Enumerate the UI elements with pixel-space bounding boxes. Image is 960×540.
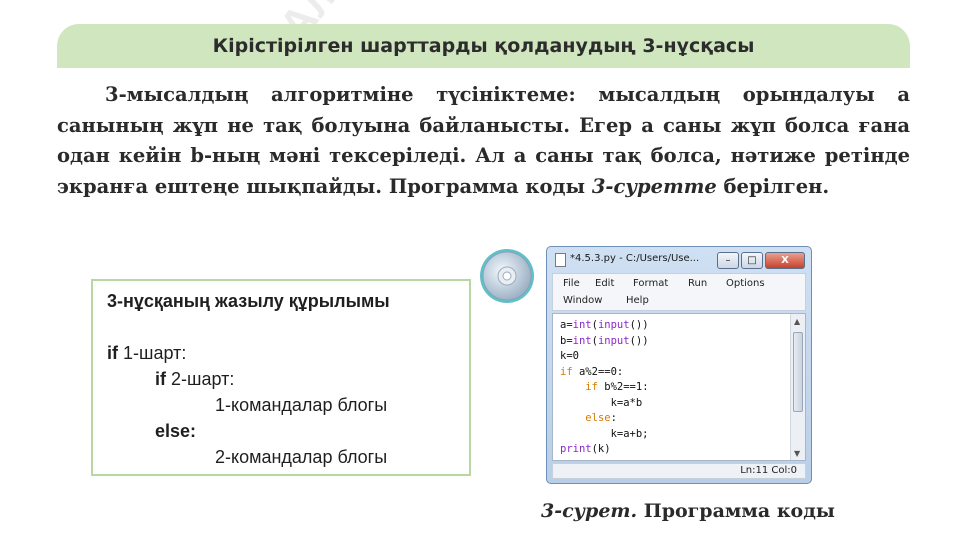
cd-disc-icon xyxy=(480,249,534,303)
minimize-button[interactable]: – xyxy=(717,252,739,269)
status-bar: Ln:11 Col:0 xyxy=(552,463,806,479)
syntax-line-block2: 2-командалар блогы xyxy=(215,447,388,467)
cursor-position: Ln:11 Col:0 xyxy=(740,465,797,476)
menu-window[interactable]: Window xyxy=(563,295,602,306)
syntax-line-if1: if 1-шарт: xyxy=(107,343,186,364)
idle-editor-window: *4.5.3.py - C:/Users/Use... – □ X File E… xyxy=(546,246,812,484)
code-line: a=int(input()) xyxy=(560,319,649,331)
vertical-scrollbar[interactable]: ▲ ▼ xyxy=(790,314,805,460)
menu-bar: File Edit Format Run Options Window Help xyxy=(552,273,806,311)
menu-file[interactable]: File xyxy=(563,278,580,289)
figure-reference: 3-суретте xyxy=(591,174,717,198)
code-line: k=0 xyxy=(560,350,579,362)
maximize-button[interactable]: □ xyxy=(741,252,763,269)
code-editor[interactable]: a=int(input()) b=int(input()) k=0 if a%2==0… xyxy=(552,313,806,461)
close-button[interactable]: X xyxy=(765,252,805,269)
code-line: k=a*b xyxy=(560,396,643,409)
menu-edit[interactable]: Edit xyxy=(595,278,614,289)
scroll-down-icon[interactable]: ▼ xyxy=(794,449,800,458)
scroll-thumb[interactable] xyxy=(793,332,803,412)
window-title: *4.5.3.py - C:/Users/Use... xyxy=(570,253,700,264)
menu-options[interactable]: Options xyxy=(726,278,765,289)
explanation-paragraph: 3-мысалдың алгоритміне түсініктеме: мыса… xyxy=(57,80,910,202)
code-line: print(k) xyxy=(560,443,611,455)
menu-format[interactable]: Format xyxy=(633,278,668,289)
syntax-line-else: else: xyxy=(155,421,197,441)
menu-help[interactable]: Help xyxy=(626,295,649,306)
condition-2: 2-шарт: xyxy=(166,369,235,389)
code-line: if a%2==0: xyxy=(560,365,624,378)
section-banner: Кірістірілген шарттарды қолданудың 3-нұс… xyxy=(57,24,910,68)
code-area[interactable]: a=int(input()) b=int(input()) k=0 if a%2==0… xyxy=(560,318,649,458)
code-line: b=int(input()) xyxy=(560,334,649,347)
keyword-if: if xyxy=(107,343,118,363)
condition-1: 1-шарт: xyxy=(118,343,187,363)
code-line: else: xyxy=(585,412,617,424)
code-line: if b%2==1: xyxy=(585,381,649,393)
scroll-up-icon[interactable]: ▲ xyxy=(794,317,800,326)
figure-label: 3-сурет. xyxy=(541,500,638,522)
section-title: Кірістірілген шарттарды қолданудың 3-нұс… xyxy=(212,35,755,57)
syntax-line-block1: 1-командалар блогы xyxy=(215,395,388,415)
python-file-icon xyxy=(555,253,566,267)
window-titlebar[interactable]: *4.5.3.py - C:/Users/Use... – □ X xyxy=(553,250,805,270)
figure-caption: 3-сурет. Программа коды xyxy=(541,500,835,522)
figure-caption-text: Программа коды xyxy=(637,500,835,522)
syntax-box-title: 3-нұсқаның жазылу құрылымы xyxy=(107,291,390,311)
keyword-if: if xyxy=(155,369,166,389)
syntax-structure-box: 3-нұсқаның жазылу құрылымы if 1-шарт: if… xyxy=(91,279,471,476)
syntax-line-if2: if 2-шарт: xyxy=(155,369,234,390)
paragraph-text-end: берілген. xyxy=(716,174,830,198)
menu-run[interactable]: Run xyxy=(688,278,707,289)
code-line: k=a+b; xyxy=(560,427,649,440)
